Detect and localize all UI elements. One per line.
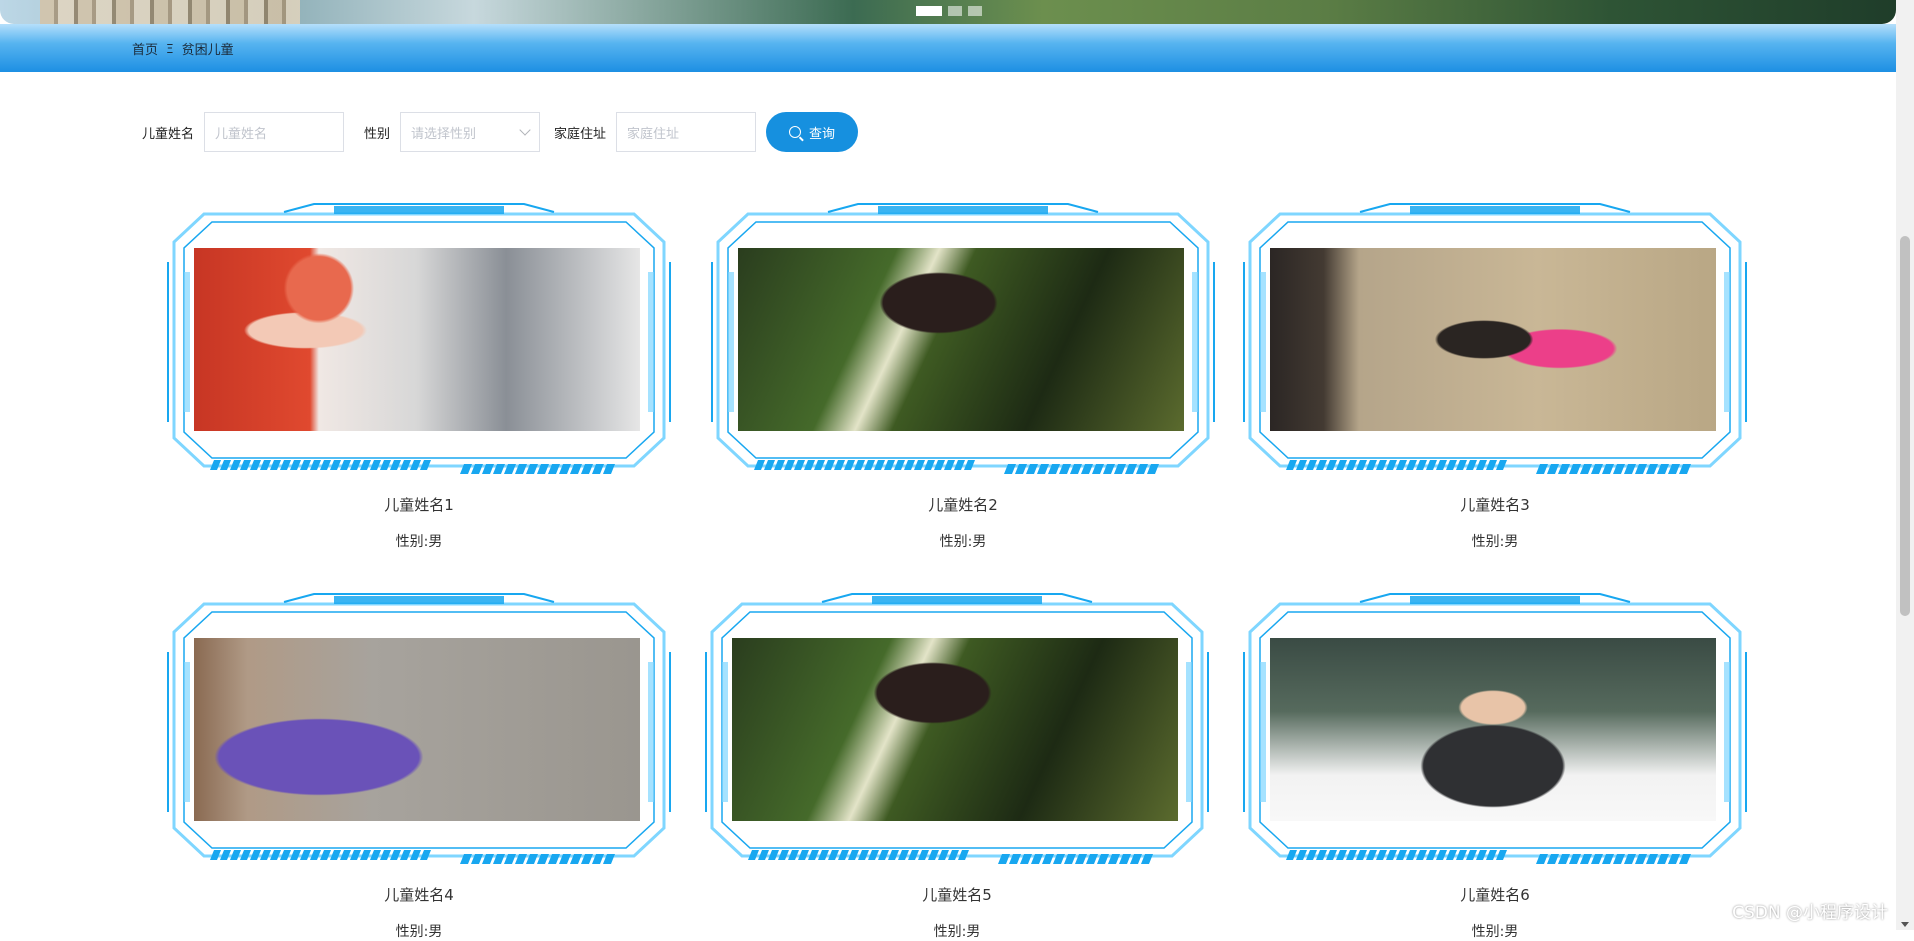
child-card-1[interactable]: 儿童姓名1 性别:男 [164, 202, 674, 551]
watermark: CSDN @小程序设计 [1732, 903, 1888, 923]
name-label: 儿童姓名 [142, 126, 195, 142]
banner-image [40, 0, 300, 24]
child-card-4[interactable]: 儿童姓名4 性别:男 [164, 592, 674, 941]
tech-frame [1240, 202, 1750, 478]
sex-placeholder: 请选择性别 [411, 126, 477, 142]
tech-frame [164, 202, 674, 478]
carousel-dot-1[interactable] [916, 6, 942, 16]
sex-select[interactable]: 请选择性别 [400, 112, 541, 152]
carousel-dot-2[interactable] [948, 6, 962, 16]
child-sex: 性别:男 [939, 534, 987, 550]
address-input[interactable]: 家庭住址 [616, 112, 757, 152]
child-photo-5[interactable] [732, 638, 1178, 821]
carousel-dot-3[interactable] [968, 6, 982, 16]
child-name: 儿童姓名3 [1460, 496, 1530, 514]
breadcrumb-home[interactable]: 首页 [132, 39, 158, 58]
scroll-down-icon[interactable] [1901, 922, 1909, 927]
child-name: 儿童姓名1 [384, 496, 454, 514]
chevron-down-icon [519, 124, 531, 136]
address-label: 家庭住址 [554, 126, 607, 142]
child-name: 儿童姓名4 [384, 886, 454, 904]
page-scrollbar[interactable] [1896, 0, 1914, 930]
carousel-indicators [916, 6, 982, 16]
search-form: 儿童姓名 儿童姓名 性别 请选择性别 家庭住址 家庭住址 查询 [142, 112, 859, 152]
name-input[interactable]: 儿童姓名 [204, 112, 345, 152]
child-sex: 性别:男 [933, 924, 981, 940]
child-sex: 性别:男 [395, 534, 443, 550]
child-card-3[interactable]: 儿童姓名3 性别:男 [1240, 202, 1750, 551]
tech-frame [708, 202, 1218, 478]
sex-label: 性别 [364, 126, 391, 142]
breadcrumb-current: 贫困儿童 [181, 43, 234, 58]
child-photo-6[interactable] [1270, 638, 1716, 821]
breadcrumb: 首页 Ξ 贫困儿童 [132, 39, 234, 59]
address-placeholder: 家庭住址 [627, 126, 680, 142]
query-button[interactable]: 查询 [766, 112, 859, 152]
child-photo-2[interactable] [738, 248, 1184, 431]
scrollbar-thumb[interactable] [1900, 236, 1910, 616]
tech-frame [702, 592, 1212, 868]
search-icon [789, 126, 802, 138]
banner-carousel[interactable] [0, 0, 1896, 24]
child-name: 儿童姓名2 [928, 496, 998, 514]
child-card-2[interactable]: 儿童姓名2 性别:男 [708, 202, 1218, 551]
breadcrumb-bar: 首页 Ξ 贫困儿童 [0, 24, 1896, 72]
child-name: 儿童姓名5 [922, 886, 992, 904]
child-sex: 性别:男 [395, 924, 443, 940]
child-card-6[interactable]: 儿童姓名6 性别:男 [1240, 592, 1750, 941]
name-placeholder: 儿童姓名 [215, 126, 268, 142]
tech-frame [1240, 592, 1750, 868]
query-label: 查询 [809, 126, 836, 142]
child-sex: 性别:男 [1471, 534, 1519, 550]
child-card-5[interactable]: 儿童姓名5 性别:男 [702, 592, 1212, 941]
breadcrumb-separator: Ξ [166, 41, 174, 56]
child-photo-1[interactable] [194, 248, 640, 431]
child-photo-3[interactable] [1270, 248, 1716, 431]
child-name: 儿童姓名6 [1460, 886, 1530, 904]
child-photo-4[interactable] [194, 638, 640, 821]
child-sex: 性别:男 [1471, 924, 1519, 940]
tech-frame [164, 592, 674, 868]
